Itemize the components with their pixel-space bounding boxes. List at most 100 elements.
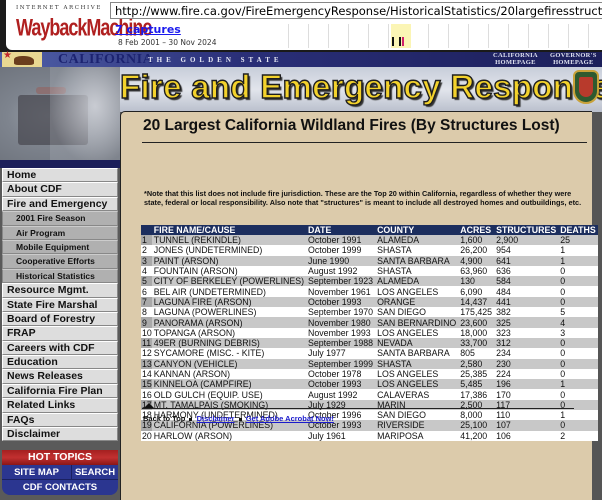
column-header-deaths: DEATHS: [558, 225, 598, 235]
cell-acres: 6,090: [458, 286, 495, 297]
column-header-structures: STRUCTURES: [494, 225, 559, 235]
capture-date-range: 8 Feb 2001 – 30 Nov 2024: [118, 38, 217, 47]
link-line: GOVERNOR'S: [550, 52, 597, 59]
timeline-current-capture-mark[interactable]: [402, 37, 404, 46]
cell-date: July 1961: [306, 430, 376, 441]
california-homepage-link[interactable]: CALIFORNIA HOMEPAGE: [493, 52, 538, 66]
cell-fire-name: SYCAMORE (MISC. - KITE): [151, 348, 307, 359]
sidebar-subitem-historical-statistics[interactable]: Historical Statistics: [2, 268, 118, 284]
search-button[interactable]: SEARCH: [72, 465, 118, 480]
cell-rank: 16: [141, 389, 152, 400]
sidebar-item-frap[interactable]: FRAP: [2, 326, 118, 341]
wayback-machine-wordmark: WaybackMachine: [16, 14, 152, 41]
captures-link[interactable]: 7 captures: [115, 23, 181, 36]
sidebar-item-fire-and-emergency[interactable]: Fire and Emergency: [2, 196, 118, 212]
back-to-top-link[interactable]: Back to Top: [143, 414, 185, 423]
wayback-logo[interactable]: INTERNET ARCHIVE WaybackMachine: [16, 5, 152, 45]
cell-structures: 325: [494, 317, 559, 328]
internet-archive-label: INTERNET ARCHIVE: [16, 5, 102, 11]
smoke-overlay: [50, 67, 120, 165]
cell-date: November 1980: [306, 317, 376, 328]
cell-date: September 1923: [306, 276, 376, 287]
cell-date: June 1990: [306, 255, 376, 266]
table-row: 16 OLD GULCH (EQUIP. USE) August 1992 CALAV…: [141, 389, 598, 400]
wayback-url-input[interactable]: http://www.fire.ca.gov/FireEmergencyResp…: [110, 2, 602, 19]
banner-title: Fire and Emergency Response: [119, 67, 602, 105]
column-header-fire-name: FIRE NAME/CAUSE: [151, 225, 307, 235]
cell-acres: 805: [458, 348, 495, 359]
cell-deaths: 5: [558, 307, 598, 318]
disclaimer-link[interactable]: Disclaimer: [197, 414, 235, 423]
timeline-tick: [588, 24, 589, 48]
timeline-tick: [468, 24, 469, 48]
sidebar-subitem-air-program[interactable]: Air Program: [2, 225, 118, 240]
cell-acres: 175,425: [458, 307, 495, 318]
cell-rank: 4: [141, 265, 152, 277]
cell-date: October 1999: [306, 245, 376, 256]
cell-acres: 5,485: [458, 379, 495, 390]
governors-homepage-link[interactable]: GOVERNOR'S HOMEPAGE: [550, 52, 597, 66]
sidebar-item-home[interactable]: Home: [2, 168, 118, 183]
sidebar-item-disclaimer[interactable]: Disclaimer: [2, 427, 118, 442]
sidebar-item-careers-with-cdf[interactable]: Careers with CDF: [2, 340, 118, 356]
site-map-button[interactable]: SITE MAP: [2, 465, 72, 480]
sidebar-item-resource-mgmt[interactable]: Resource Mgmt.: [2, 283, 118, 298]
cell-county: SANTA BARBARA: [375, 255, 459, 266]
table-row: 5 CITY OF BERKELEY (POWERLINES) September …: [141, 276, 598, 287]
sidebar-item-california-fire-plan[interactable]: California Fire Plan: [2, 383, 118, 399]
cell-date: October 1993: [306, 379, 376, 390]
cell-county: NEVADA: [375, 337, 459, 349]
timeline-tick: [288, 24, 289, 48]
cell-rank: 2: [141, 245, 152, 256]
sidebar-item-education[interactable]: Education: [2, 355, 118, 370]
cell-county: ALAMEDA: [375, 276, 459, 287]
cell-structures: 234: [494, 348, 559, 359]
page-title: 20 Largest California Wildland Fires (By…: [143, 117, 560, 134]
hot-topics-button[interactable]: HOT TOPICS: [2, 450, 118, 465]
get-acrobat-link[interactable]: Get Adobe Acrobat Now!: [246, 414, 334, 423]
sidebar-subitem-2001-fire-season[interactable]: 2001 Fire Season: [2, 211, 118, 226]
cell-acres: 23,600: [458, 317, 495, 328]
golden-state-tagline: THE GOLDEN STATE: [148, 56, 283, 64]
cell-county: SAN BERNARDINO: [375, 317, 459, 328]
timeline-capture-mark[interactable]: [392, 37, 394, 46]
cell-date: August 1992: [306, 389, 376, 400]
cell-acres: 1,600: [458, 235, 495, 246]
sidebar-item-about-cdf[interactable]: About CDF: [2, 182, 118, 197]
column-header-rank: [141, 225, 152, 235]
sidebar-nav: Home About CDF Fire and Emergency 2001 F…: [2, 168, 118, 442]
cell-rank: 12: [141, 348, 152, 359]
cell-deaths: 0: [558, 286, 598, 297]
column-header-date: DATE: [306, 225, 376, 235]
cell-county: SHASTA: [375, 358, 459, 369]
sidebar-item-faqs[interactable]: FAQs: [2, 412, 118, 428]
cell-acres: 25,100: [458, 420, 495, 431]
table-row: 6 BEL AIR (UNDETERMINED) November 1961 LOS …: [141, 286, 598, 297]
sidebar-item-news-releases[interactable]: News Releases: [2, 369, 118, 384]
cell-deaths: 0: [558, 389, 598, 400]
cdf-seal-icon: [573, 70, 599, 104]
cell-fire-name: CITY OF BERKELEY (POWERLINES): [151, 276, 307, 287]
sidebar-item-state-fire-marshal[interactable]: State Fire Marshal: [2, 297, 118, 312]
california-title[interactable]: CALIFORNIA: [58, 52, 153, 68]
cell-rank: 15: [141, 379, 152, 390]
capture-timeline[interactable]: [288, 24, 602, 48]
cell-date: September 1988: [306, 337, 376, 349]
cdf-contacts-button[interactable]: CDF CONTACTS: [2, 480, 118, 495]
sidebar-item-board-of-forestry[interactable]: Board of Forestry: [2, 311, 118, 327]
title-divider: [142, 142, 587, 143]
cell-rank: 14: [141, 368, 152, 380]
cell-fire-name: TOPANGA (ARSON): [151, 327, 307, 338]
table-row: 8 LAGUNA (POWERLINES) September 1970 SAN DI…: [141, 307, 598, 318]
cell-fire-name: LAGUNA FIRE (ARSON): [151, 296, 307, 308]
sidebar-item-related-links[interactable]: Related Links: [2, 398, 118, 413]
cell-fire-name: OLD GULCH (EQUIP. USE): [151, 389, 307, 400]
cell-rank: 20: [141, 430, 152, 441]
cell-county: ORANGE: [375, 296, 459, 308]
cell-acres: 8,000: [458, 410, 495, 421]
sidebar-subitem-cooperative-efforts[interactable]: Cooperative Efforts: [2, 254, 118, 269]
timeline-capture-mark[interactable]: [399, 37, 401, 46]
table-body: 1 TUNNEL (REKINDLE) October 1991 ALAMEDA 1,6…: [141, 235, 598, 441]
sidebar-subitem-mobile-equipment[interactable]: Mobile Equipment: [2, 239, 118, 255]
timeline-tick: [388, 24, 389, 48]
